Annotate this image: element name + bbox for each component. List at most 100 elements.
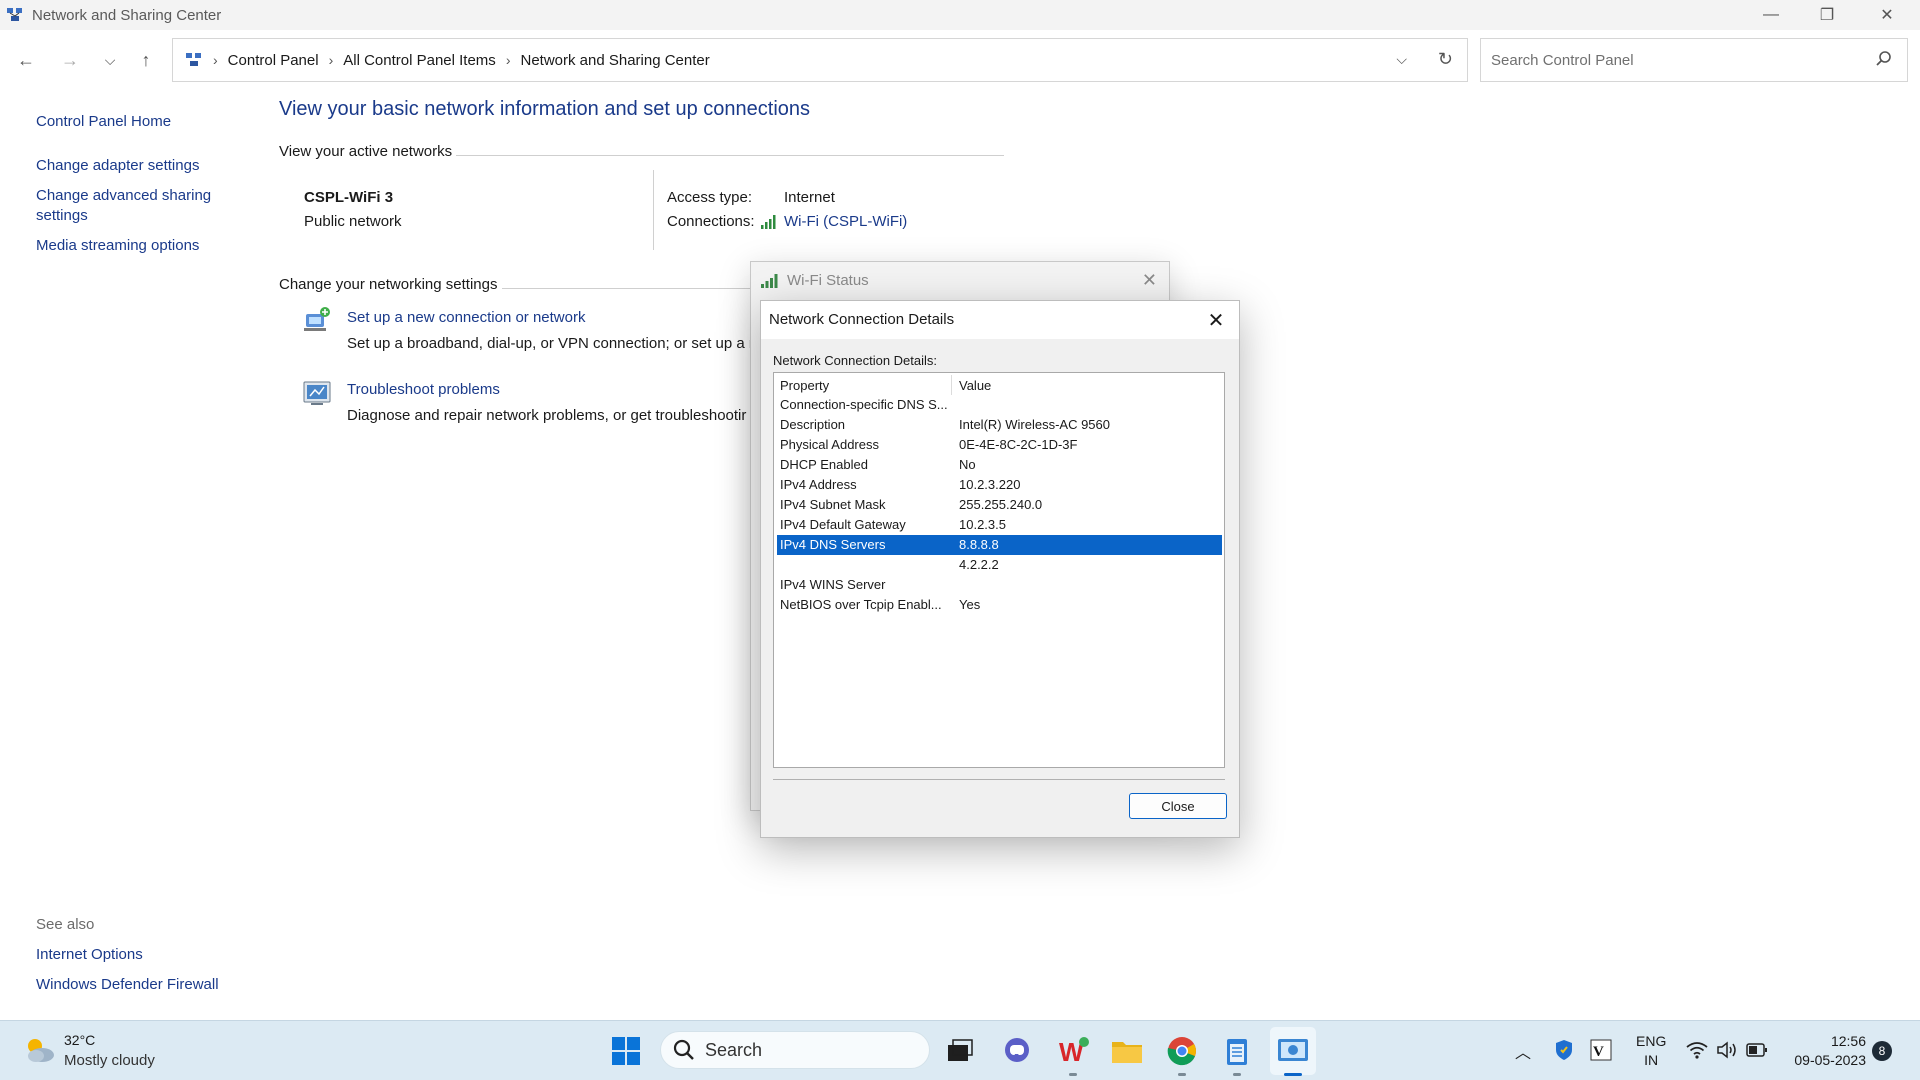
running-indicator [1233, 1073, 1241, 1076]
see-also-header: See also [36, 916, 95, 933]
table-row-selected[interactable]: IPv4 DNS Servers 8.8.8.8 [777, 535, 1222, 555]
column-divider[interactable] [951, 375, 952, 395]
region-code: IN [1644, 1052, 1659, 1068]
troubleshoot-problems-link[interactable]: Troubleshoot problems [347, 381, 500, 398]
table-row[interactable]: IPv4 Subnet Mask 255.255.240.0 [774, 495, 1224, 515]
network-name: CSPL-WiFi 3 [304, 189, 394, 206]
table-row[interactable]: IPv4 WINS Server [774, 575, 1224, 595]
table-row[interactable]: IPv4 Default Gateway 10.2.3.5 [774, 515, 1224, 535]
control-panel-icon [186, 53, 201, 66]
windows-security-icon[interactable] [1554, 1039, 1574, 1061]
notification-badge[interactable]: 8 [1872, 1041, 1892, 1061]
setup-new-connection-link[interactable]: Set up a new connection or network [347, 309, 585, 326]
row-property: Description [780, 417, 846, 432]
title-bar: Network and Sharing Center — ❐ ✕ [0, 0, 1920, 30]
network-connection-details-dialog: Network Connection Details ✕ Network Con… [760, 300, 1240, 838]
close-button[interactable]: Close [1129, 793, 1227, 819]
media-streaming-options-link[interactable]: Media streaming options [36, 236, 266, 256]
forward-arrow-icon[interactable]: → [56, 46, 84, 74]
task-view-icon[interactable] [942, 1033, 978, 1069]
table-row[interactable]: Physical Address 0E-4E-8C-2C-1D-3F [774, 435, 1224, 455]
weather-cloudy-icon[interactable] [22, 1035, 56, 1065]
table-row[interactable]: IPv4 Address 10.2.3.220 [774, 475, 1224, 495]
setup-new-connection-description: Set up a broadband, dial-up, or VPN conn… [347, 335, 754, 352]
close-icon[interactable]: ✕ [1203, 307, 1229, 333]
recent-locations-chevron-icon[interactable]: ⌵ [96, 46, 124, 74]
table-row[interactable]: Connection-specific DNS S... [774, 395, 1224, 415]
row-property: Physical Address [780, 437, 879, 452]
language-indicator[interactable]: ENG IN [1636, 1032, 1666, 1070]
volume-icon[interactable] [1716, 1041, 1738, 1059]
row-property: IPv4 Address [780, 477, 857, 492]
notepad-icon[interactable] [1219, 1033, 1255, 1069]
search-icon [673, 1039, 694, 1060]
divider [502, 288, 752, 289]
navigation-bar: ← → ⌵ ↑ › Control Panel › All Control Pa… [0, 38, 1920, 84]
vectorworks-icon[interactable]: V [1590, 1039, 1612, 1061]
battery-icon[interactable] [1746, 1043, 1768, 1057]
wifi-signal-icon [761, 274, 778, 288]
table-row[interactable]: 4.2.2.2 [774, 555, 1224, 575]
taskbar-search[interactable]: Search [660, 1031, 930, 1069]
minimize-button[interactable]: — [1748, 0, 1794, 30]
windows-defender-firewall-link[interactable]: Windows Defender Firewall [36, 975, 219, 995]
wps-office-icon[interactable]: W [1055, 1033, 1091, 1069]
restore-button[interactable]: ❐ [1804, 0, 1850, 30]
search-input[interactable] [1491, 51, 1851, 69]
left-navigation-pane: Control Panel Home Change adapter settin… [36, 112, 266, 266]
breadcrumb-separator-icon: › [505, 52, 511, 68]
column-header-property[interactable]: Property [780, 378, 829, 393]
file-explorer-icon[interactable] [1109, 1033, 1145, 1069]
table-row[interactable]: NetBIOS over Tcpip Enabl... Yes [774, 595, 1224, 615]
teams-chat-icon[interactable] [999, 1033, 1035, 1069]
table-row[interactable]: Description Intel(R) Wireless-AC 9560 [774, 415, 1224, 435]
control-panel-taskbar-icon[interactable] [1275, 1033, 1311, 1069]
wifi-connection-link[interactable]: Wi-Fi (CSPL-WiFi) [784, 213, 907, 230]
weather-description[interactable]: Mostly cloudy [64, 1052, 155, 1069]
window-title: Network and Sharing Center [32, 6, 222, 24]
access-type-label: Access type: [667, 189, 753, 206]
row-property: DHCP Enabled [780, 457, 868, 472]
breadcrumb-control-panel[interactable]: Control Panel [228, 52, 319, 69]
table-row[interactable]: DHCP Enabled No [774, 455, 1224, 475]
details-list[interactable]: Property Value Connection-specific DNS S… [773, 372, 1225, 768]
column-header-value[interactable]: Value [959, 378, 991, 393]
breadcrumb-all-items[interactable]: All Control Panel Items [343, 52, 496, 69]
change-adapter-settings-link[interactable]: Change adapter settings [36, 156, 266, 176]
control-panel-home-link[interactable]: Control Panel Home [36, 112, 266, 132]
row-property: IPv4 Subnet Mask [780, 497, 886, 512]
search-icon[interactable] [1875, 50, 1893, 68]
main-content: View your basic network information and … [279, 98, 810, 121]
show-hidden-icons-chevron-icon[interactable]: ︿ [1515, 1039, 1531, 1063]
divider [653, 170, 654, 250]
wifi-signal-icon [761, 215, 776, 229]
search-box[interactable] [1480, 38, 1908, 82]
row-value: 0E-4E-8C-2C-1D-3F [959, 437, 1078, 452]
weather-temperature[interactable]: 32°C [64, 1032, 95, 1048]
list-header: Property Value [774, 373, 1224, 395]
up-arrow-icon[interactable]: ↑ [132, 46, 160, 74]
close-icon[interactable]: ✕ [1142, 270, 1157, 291]
change-advanced-sharing-link[interactable]: Change advanced sharing settings [36, 186, 266, 226]
row-property: IPv4 WINS Server [780, 577, 886, 592]
start-windows-icon[interactable] [608, 1033, 644, 1069]
refresh-icon[interactable]: ↻ [1438, 49, 1453, 70]
svg-text:V: V [1593, 1044, 1604, 1060]
chrome-icon[interactable] [1164, 1033, 1200, 1069]
running-indicator [1178, 1073, 1186, 1076]
row-value: 10.2.3.220 [959, 477, 1021, 492]
address-bar[interactable]: › Control Panel › All Control Panel Item… [172, 38, 1468, 82]
row-value: 8.8.8.8 [959, 537, 999, 552]
breadcrumb-network-center[interactable]: Network and Sharing Center [520, 52, 709, 69]
clock-time: 12:56 [1830, 1033, 1866, 1049]
troubleshoot-problems-description: Diagnose and repair network problems, or… [347, 407, 747, 424]
back-arrow-icon[interactable]: ← [12, 46, 40, 74]
network-center-icon [7, 8, 22, 21]
row-value: 10.2.3.5 [959, 517, 1006, 532]
internet-options-link[interactable]: Internet Options [36, 945, 219, 965]
close-window-button[interactable]: ✕ [1864, 0, 1910, 30]
address-dropdown-chevron-icon[interactable]: ⌵ [1396, 51, 1407, 68]
network-type-link[interactable]: Public network [304, 213, 402, 230]
wifi-icon[interactable] [1686, 1041, 1708, 1059]
clock[interactable]: 12:56 09-05-2023 [1786, 1032, 1866, 1070]
